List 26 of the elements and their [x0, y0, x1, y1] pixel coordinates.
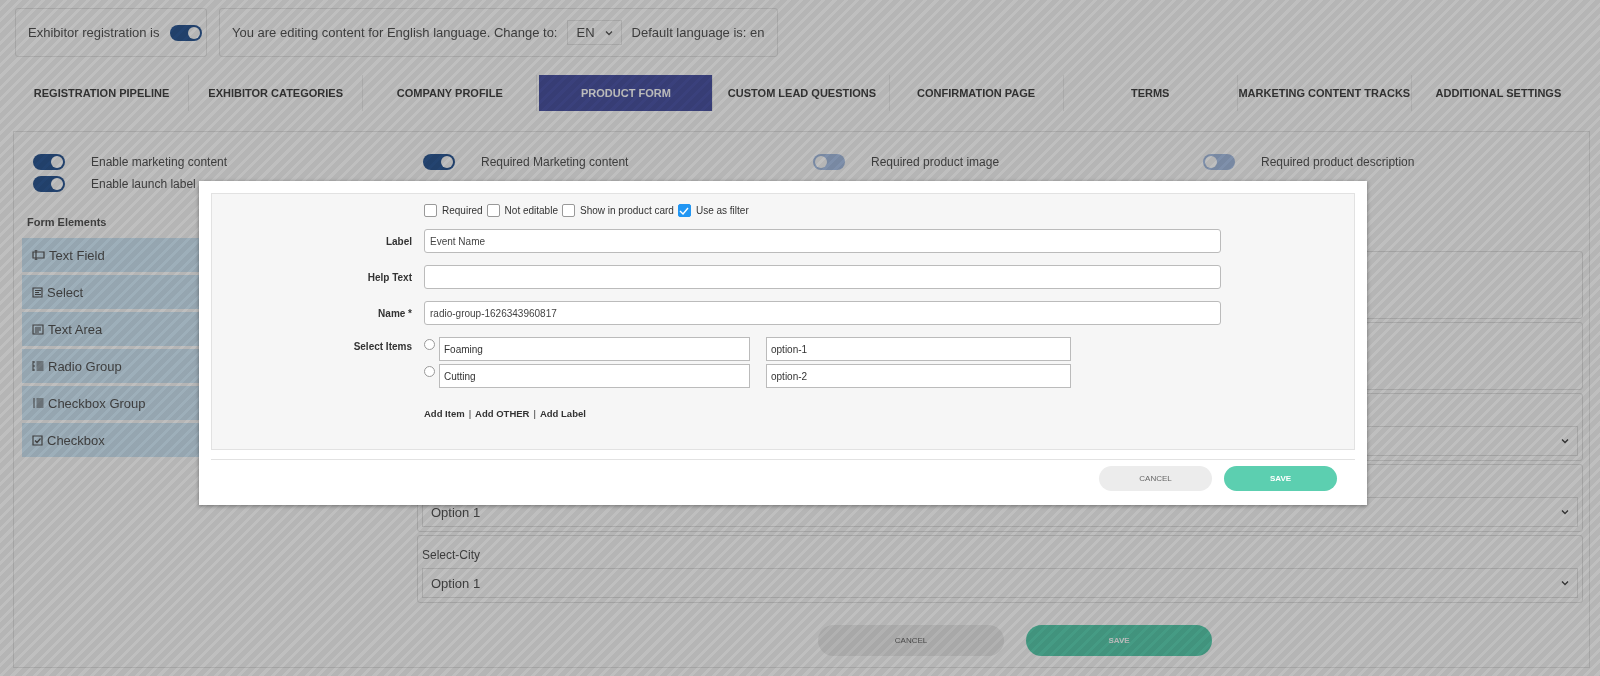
link-separator: | [468, 408, 472, 419]
form-element-label: Select [47, 284, 84, 300]
field-label: Select-City [422, 548, 481, 562]
form-element-label: Radio Group [48, 358, 122, 374]
checkbox-label: Required [442, 205, 483, 216]
form-element-label: Text Field [49, 247, 105, 263]
setting-label: Required product description [1261, 155, 1415, 169]
checkbox-label: Use as filter [695, 205, 749, 216]
form-element-label: Checkbox [47, 432, 105, 448]
field-label: Label [384, 235, 412, 247]
field-label: Select Items [352, 340, 412, 352]
form-elements-title: Form Elements [27, 216, 108, 228]
setting-label: Enable marketing content [91, 155, 228, 169]
form-element-label: Text Area [48, 321, 103, 337]
setting-label: Enable launch label [91, 177, 196, 191]
default-language-text: Default language is: en [631, 25, 765, 40]
field-label: Name * [377, 307, 412, 319]
registration-label: Exhibitor registration is [28, 25, 160, 40]
form-element-label: Checkbox Group [48, 395, 146, 411]
setting-label: Required Marketing content [481, 155, 629, 169]
language-text: You are editing content for English language. Change to: [232, 25, 558, 40]
link-separator: | [533, 408, 536, 419]
checkbox-label: Not editable [504, 205, 558, 216]
setting-label: Required product image [871, 155, 1000, 169]
checkbox-label: Show in product card [579, 205, 674, 216]
field-label: Help Text [366, 271, 412, 283]
